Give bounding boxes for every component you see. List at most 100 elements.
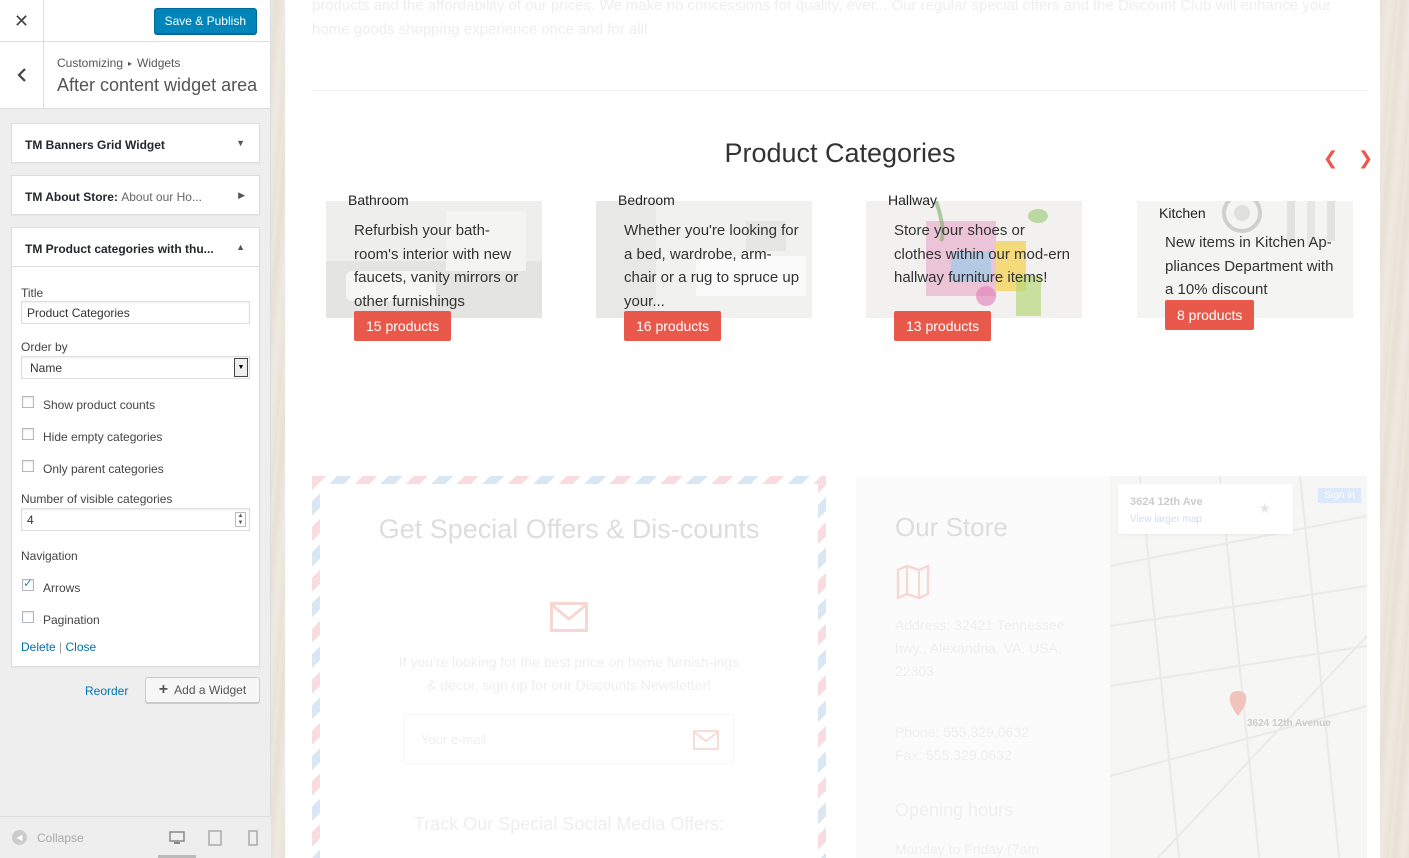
- hide-empty-checkbox[interactable]: [22, 428, 34, 440]
- product-categories-title: Product Categories: [724, 138, 956, 168]
- section-title: After content widget area: [57, 75, 258, 95]
- email-placeholder: Your e-mail: [421, 732, 487, 747]
- category-description: Refurbish your bath-room's interior with…: [354, 222, 519, 310]
- title-input[interactable]: Product Categories: [21, 301, 250, 324]
- widget-form: Title Product Categories Order by Name ▼…: [12, 266, 259, 666]
- category-name: Bathroom: [348, 192, 409, 208]
- category-card-bathroom[interactable]: Bathroom Refurbish your bath-room's inte…: [326, 192, 542, 341]
- view-larger-map-link[interactable]: View larger map: [1130, 514, 1202, 525]
- map-signin-button[interactable]: Sign in: [1318, 488, 1361, 503]
- widget-title: TM About Store:: [25, 190, 118, 204]
- category-name: Kitchen: [1159, 205, 1206, 221]
- collapse-label: Collapse: [37, 830, 84, 845]
- map-icon: [896, 564, 930, 600]
- category-card-hallway[interactable]: Hallway Store your shoes or clothes with…: [866, 192, 1082, 341]
- widget-subtitle: About our Ho...: [121, 190, 202, 204]
- our-store-block: Our Store Address: 32421 Tennessee hwy.,…: [855, 476, 1367, 858]
- sidebar-footer: ◀ Collapse: [0, 816, 271, 858]
- store-address: Address: 32421 Tennessee hwy., Alexandri…: [895, 617, 1065, 679]
- intro-paragraph: products and the affordability of our pr…: [312, 0, 1332, 38]
- breadcrumb-customizing: Customizing: [57, 56, 124, 70]
- spinner-icon[interactable]: ▲ ▼: [235, 512, 246, 527]
- category-card-kitchen[interactable]: Kitchen New items in Kitchen Ap-pliances…: [1137, 201, 1353, 330]
- category-description: Store your shoes or clothes within our m…: [894, 222, 1070, 286]
- show-product-counts-label: Show product counts: [43, 398, 156, 412]
- map-address: 3624 12th Ave: [1130, 496, 1203, 508]
- category-name: Bedroom: [618, 192, 675, 208]
- hide-empty-label: Hide empty categories: [43, 430, 163, 444]
- widget-header[interactable]: TM Product categories with thu... ▲: [12, 228, 259, 266]
- category-count-button[interactable]: 15 products: [354, 311, 452, 341]
- caret-up-icon[interactable]: ▲: [236, 242, 245, 252]
- category-description: New items in Kitchen Ap-pliances Departm…: [1165, 234, 1334, 298]
- mobile-preview-icon[interactable]: [244, 829, 262, 847]
- visible-categories-value: 4: [27, 513, 34, 527]
- caret-down-icon[interactable]: ▼: [236, 138, 245, 148]
- order-by-select[interactable]: Name ▼: [21, 356, 250, 379]
- reorder-link[interactable]: Reorder: [85, 684, 128, 698]
- widget-banners-grid[interactable]: TM Banners Grid Widget ▼: [11, 123, 260, 163]
- show-product-counts-checkbox[interactable]: [22, 396, 34, 408]
- close-icon: ✕: [13, 10, 30, 31]
- store-phone: Phone: 555.329.0632: [895, 724, 1029, 740]
- carousel-next-icon[interactable]: ❯: [1358, 148, 1373, 169]
- pagination-checkbox[interactable]: [22, 611, 34, 623]
- envelope-icon: [550, 602, 588, 632]
- carousel-prev-icon[interactable]: ❮: [1323, 148, 1338, 169]
- actions-separator: |: [59, 640, 63, 654]
- category-name: Hallway: [888, 192, 938, 208]
- arrows-checkbox[interactable]: [22, 576, 34, 591]
- star-icon[interactable]: ★: [1258, 500, 1271, 517]
- only-parent-label: Only parent categories: [43, 462, 164, 476]
- breadcrumb: Customizing ▸ Widgets: [57, 56, 180, 70]
- category-count-button[interactable]: 8 products: [1165, 300, 1255, 330]
- widget-product-categories[interactable]: TM Product categories with thu... ▲ Titl…: [11, 227, 260, 667]
- visible-categories-label: Number of visible categories: [21, 492, 173, 506]
- google-map[interactable]: 3624 12th Ave View larger map ★ Sign in …: [1110, 476, 1367, 858]
- save-publish-button[interactable]: Save & Publish: [153, 8, 257, 34]
- map-info-card: 3624 12th Ave View larger map ★: [1118, 484, 1293, 534]
- widget-about-store[interactable]: TM About Store: About our Ho... ▶: [11, 175, 260, 215]
- widget-actions: Delete | Close: [21, 640, 96, 654]
- add-widget-label: Add a Widget: [174, 683, 247, 697]
- breadcrumb-widgets: Widgets: [137, 56, 181, 70]
- navigation-label: Navigation: [21, 549, 78, 563]
- dropdown-arrow-icon[interactable]: ▼: [234, 358, 248, 377]
- widget-title: TM Banners Grid Widget: [25, 138, 165, 152]
- category-count-button[interactable]: 13 products: [894, 311, 992, 341]
- store-title: Our Store: [895, 512, 1008, 542]
- desktop-preview-icon[interactable]: [168, 829, 186, 847]
- map-pin-label: 3624 12th Avenue: [1247, 718, 1331, 729]
- tablet-preview-icon[interactable]: [206, 829, 224, 847]
- back-button[interactable]: [0, 42, 44, 108]
- arrows-label: Arrows: [43, 581, 81, 595]
- widget-header[interactable]: TM About Store: About our Ho... ▶: [12, 176, 259, 214]
- close-customizer-button[interactable]: ✕: [0, 0, 44, 42]
- section-header: Customizing ▸ Widgets After content widget…: [0, 42, 270, 109]
- caret-right-icon[interactable]: ▶: [238, 190, 245, 201]
- widget-title: TM Product categories with thu...: [25, 242, 214, 256]
- send-envelope-icon[interactable]: [693, 730, 719, 750]
- add-widget-button[interactable]: + Add a Widget: [145, 677, 260, 703]
- page-content: products and the affordability of our pr…: [285, 0, 1380, 858]
- collapse-button[interactable]: ◀ Collapse: [12, 830, 84, 845]
- category-description: Whether you're looking for a bed, wardro…: [624, 222, 800, 310]
- plus-icon: +: [158, 681, 169, 698]
- title-label: Title: [21, 286, 44, 300]
- divider: [312, 90, 1367, 91]
- category-count-button[interactable]: 16 products: [624, 311, 722, 341]
- widget-header[interactable]: TM Banners Grid Widget ▼: [12, 124, 259, 162]
- close-link[interactable]: Close: [66, 640, 97, 654]
- breadcrumb-separator-icon: ▸: [128, 59, 133, 68]
- chevron-left-icon: [16, 68, 26, 82]
- customizer-sidebar: ✕ Save & Publish Customizing ▸ Widgets Aft…: [0, 0, 271, 858]
- collapse-icon: ◀: [12, 830, 27, 845]
- order-by-value: Name: [30, 361, 63, 375]
- only-parent-checkbox[interactable]: [22, 460, 34, 472]
- visible-categories-input[interactable]: 4 ▲ ▼: [21, 508, 250, 531]
- pagination-label: Pagination: [43, 613, 100, 627]
- newsletter-email-input[interactable]: Your e-mail: [404, 714, 734, 764]
- category-card-bedroom[interactable]: Bedroom Whether you're looking for a bed…: [596, 192, 812, 341]
- offers-description: If you're looking for the best price on …: [398, 654, 740, 693]
- delete-link[interactable]: Delete: [21, 640, 56, 654]
